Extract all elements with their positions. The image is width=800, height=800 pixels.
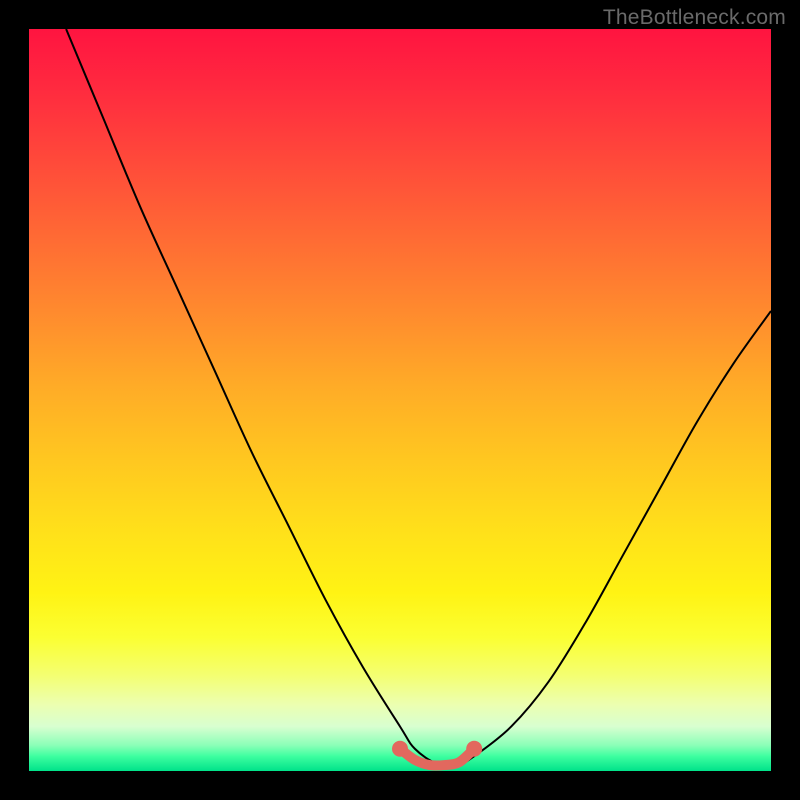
optimal-end-dot — [466, 741, 482, 757]
optimal-band-group — [392, 741, 482, 766]
chart-svg — [29, 29, 771, 771]
optimal-start-dot — [392, 741, 408, 757]
bottleneck-curve-path — [66, 29, 771, 765]
plot-area — [29, 29, 771, 771]
chart-frame: TheBottleneck.com — [0, 0, 800, 800]
bottleneck-curve-group — [66, 29, 771, 765]
watermark-text: TheBottleneck.com — [603, 6, 786, 30]
optimal-band-connector — [400, 749, 474, 766]
